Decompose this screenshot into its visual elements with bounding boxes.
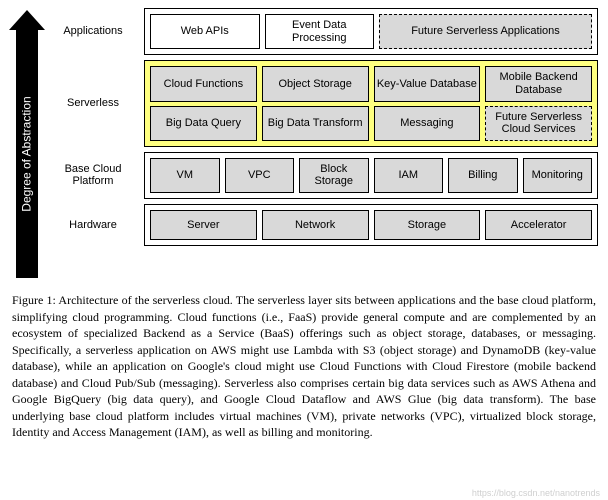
cell-messaging: Messaging xyxy=(374,106,481,141)
cell-block-storage: Block Storage xyxy=(299,158,369,193)
watermark: https://blog.csdn.net/nanotrends xyxy=(472,488,600,498)
cell-mobile-backend-db: Mobile Backend Database xyxy=(485,66,592,101)
cell-iam: IAM xyxy=(374,158,444,193)
layer-box-base: VM VPC Block Storage IAM Billing Monitor… xyxy=(144,152,598,199)
base-row: VM VPC Block Storage IAM Billing Monitor… xyxy=(150,158,592,193)
cell-monitoring: Monitoring xyxy=(523,158,593,193)
hardware-row: Server Network Storage Accelerator xyxy=(150,210,592,240)
serverless-row-1: Cloud Functions Object Storage Key-Value… xyxy=(150,66,592,101)
cell-big-data-query: Big Data Query xyxy=(150,106,257,141)
cell-web-apis: Web APIs xyxy=(150,14,260,49)
serverless-row-2: Big Data Query Big Data Transform Messag… xyxy=(150,106,592,141)
layer-label-serverless: Serverless xyxy=(50,97,136,110)
cell-object-storage: Object Storage xyxy=(262,66,369,101)
layer-box-serverless: Cloud Functions Object Storage Key-Value… xyxy=(144,60,598,147)
layer-label-hardware: Hardware xyxy=(50,219,136,232)
layer-label-applications: Applications xyxy=(50,25,136,38)
abstraction-arrow: Degree of Abstraction xyxy=(16,30,38,278)
layers-container: Applications Web APIs Event Data Process… xyxy=(50,8,598,278)
layer-base-cloud: Base Cloud Platform VM VPC Block Storage… xyxy=(50,152,598,199)
cell-future-apps: Future Serverless Applications xyxy=(379,14,592,49)
layer-box-hardware: Server Network Storage Accelerator xyxy=(144,204,598,246)
cell-big-data-transform: Big Data Transform xyxy=(262,106,369,141)
axis-column: Degree of Abstraction xyxy=(10,8,44,278)
cell-network: Network xyxy=(262,210,369,240)
layer-hardware: Hardware Server Network Storage Accelera… xyxy=(50,204,598,246)
axis-label: Degree of Abstraction xyxy=(20,96,34,211)
cell-vpc: VPC xyxy=(225,158,295,193)
cell-future-cloud-services: Future Serverless Cloud Services xyxy=(485,106,592,141)
cell-server: Server xyxy=(150,210,257,240)
figure-caption: Figure 1: Architecture of the serverless… xyxy=(10,292,598,441)
cell-key-value-db: Key-Value Database xyxy=(374,66,481,101)
cell-event-data-processing: Event Data Processing xyxy=(265,14,375,49)
cell-cloud-functions: Cloud Functions xyxy=(150,66,257,101)
apps-row: Web APIs Event Data Processing Future Se… xyxy=(150,14,592,49)
cell-billing: Billing xyxy=(448,158,518,193)
layer-serverless: Serverless Cloud Functions Object Storag… xyxy=(50,60,598,147)
architecture-diagram: Degree of Abstraction Applications Web A… xyxy=(10,8,598,278)
cell-storage: Storage xyxy=(374,210,481,240)
cell-accelerator: Accelerator xyxy=(485,210,592,240)
layer-box-applications: Web APIs Event Data Processing Future Se… xyxy=(144,8,598,55)
layer-applications: Applications Web APIs Event Data Process… xyxy=(50,8,598,55)
cell-vm: VM xyxy=(150,158,220,193)
layer-label-base: Base Cloud Platform xyxy=(50,163,136,188)
